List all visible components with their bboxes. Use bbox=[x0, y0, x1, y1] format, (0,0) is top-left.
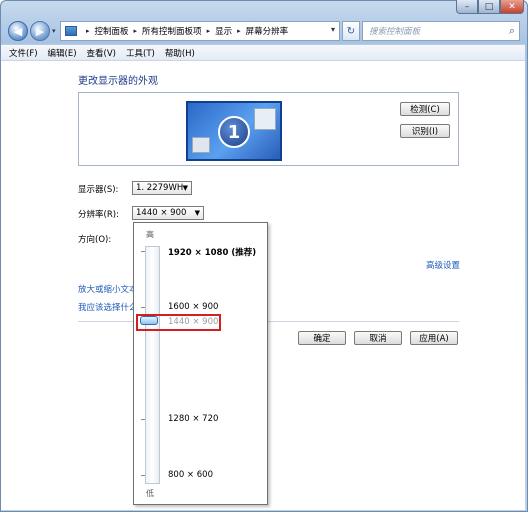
menu-bar: 文件(F) 编辑(E) 查看(V) 工具(T) 帮助(H) bbox=[1, 44, 525, 60]
ok-button[interactable]: 确定 bbox=[298, 331, 346, 345]
search-icon[interactable]: ⌕ bbox=[509, 24, 515, 38]
window-thumbnail-icon bbox=[192, 137, 210, 153]
breadcrumb-separator-icon[interactable]: ▸ bbox=[134, 27, 138, 35]
slider-tick bbox=[141, 475, 145, 476]
address-bar[interactable]: ▸ 控制面板 ▸ 所有控制面板项 ▸ 显示 ▸ 屏幕分辨率 ▾ bbox=[60, 21, 340, 41]
maximize-button[interactable]: □ bbox=[478, 0, 500, 14]
resolution-option-1600x900[interactable]: 1600 × 900 bbox=[168, 302, 218, 312]
resolution-option-1920x1080[interactable]: 1920 × 1080 (推荐) bbox=[168, 246, 256, 258]
menu-view[interactable]: 查看(V) bbox=[87, 47, 116, 59]
breadcrumb-separator-icon[interactable]: ▸ bbox=[237, 27, 241, 35]
address-dropdown-icon[interactable]: ▾ bbox=[331, 25, 335, 34]
advanced-settings-link[interactable]: 高级设置 bbox=[426, 259, 460, 271]
monitor-number-badge: 1 bbox=[218, 116, 250, 148]
orientation-label: 方向(O): bbox=[78, 235, 112, 245]
menu-edit[interactable]: 编辑(E) bbox=[48, 47, 77, 59]
text-size-link[interactable]: 放大或缩小文本 bbox=[78, 283, 138, 295]
breadcrumb-separator-icon[interactable]: ▸ bbox=[207, 27, 211, 35]
breadcrumb-separator-icon[interactable]: ▸ bbox=[86, 27, 90, 35]
monitor-preview[interactable]: 1 bbox=[186, 101, 282, 161]
help-link[interactable]: 我应该选择什么 bbox=[78, 301, 138, 313]
resolution-option-1280x720[interactable]: 1280 × 720 bbox=[168, 414, 218, 424]
slider-tick bbox=[141, 419, 145, 420]
page-title: 更改显示器的外观 bbox=[78, 76, 158, 87]
resolution-select-value: 1440 × 900 bbox=[136, 208, 187, 218]
identify-button[interactable]: 识别(I) bbox=[400, 124, 450, 138]
display-select-value: 1. 2279WH bbox=[136, 183, 184, 193]
resolution-label: 分辨率(R): bbox=[78, 210, 119, 220]
search-placeholder: 搜索控制面板 bbox=[369, 27, 421, 37]
breadcrumb-display[interactable]: 显示 bbox=[215, 25, 232, 37]
close-button[interactable]: ✕ bbox=[500, 0, 524, 14]
refresh-button[interactable]: ↻ bbox=[342, 21, 360, 41]
breadcrumb-screen-resolution[interactable]: 屏幕分辨率 bbox=[246, 25, 289, 37]
resolution-option-800x600[interactable]: 800 × 600 bbox=[168, 470, 213, 480]
detect-button[interactable]: 检测(C) bbox=[400, 102, 450, 116]
breadcrumb-all-items[interactable]: 所有控制面板项 bbox=[142, 25, 202, 37]
chevron-down-icon: ▼ bbox=[194, 209, 200, 217]
display-label: 显示器(S): bbox=[78, 185, 119, 195]
forward-button[interactable]: ▶ bbox=[30, 21, 50, 41]
chevron-down-icon: ▼ bbox=[182, 184, 188, 192]
slider-tick bbox=[141, 251, 145, 252]
slider-tick bbox=[141, 307, 145, 308]
recent-pages-icon[interactable]: ▾ bbox=[52, 27, 56, 35]
slider-high-label: 高 bbox=[146, 230, 154, 239]
resolution-slider-track[interactable] bbox=[145, 246, 160, 484]
control-panel-icon bbox=[65, 26, 77, 36]
selection-highlight-box bbox=[136, 314, 221, 331]
resolution-select[interactable]: 1440 × 900 ▼ bbox=[132, 206, 204, 220]
menu-help[interactable]: 帮助(H) bbox=[165, 47, 195, 59]
menu-tools[interactable]: 工具(T) bbox=[126, 47, 155, 59]
minimize-button[interactable]: – bbox=[456, 0, 478, 14]
display-select[interactable]: 1. 2279WH ▼ bbox=[132, 181, 192, 195]
apply-button[interactable]: 应用(A) bbox=[410, 331, 458, 345]
menu-file[interactable]: 文件(F) bbox=[9, 47, 38, 59]
search-input[interactable]: 搜索控制面板 ⌕ bbox=[362, 21, 520, 41]
cancel-button[interactable]: 取消 bbox=[354, 331, 402, 345]
back-button[interactable]: ◀ bbox=[8, 21, 28, 41]
breadcrumb-control-panel[interactable]: 控制面板 bbox=[95, 25, 129, 37]
window-thumbnail-icon bbox=[254, 108, 276, 130]
slider-low-label: 低 bbox=[146, 489, 154, 498]
